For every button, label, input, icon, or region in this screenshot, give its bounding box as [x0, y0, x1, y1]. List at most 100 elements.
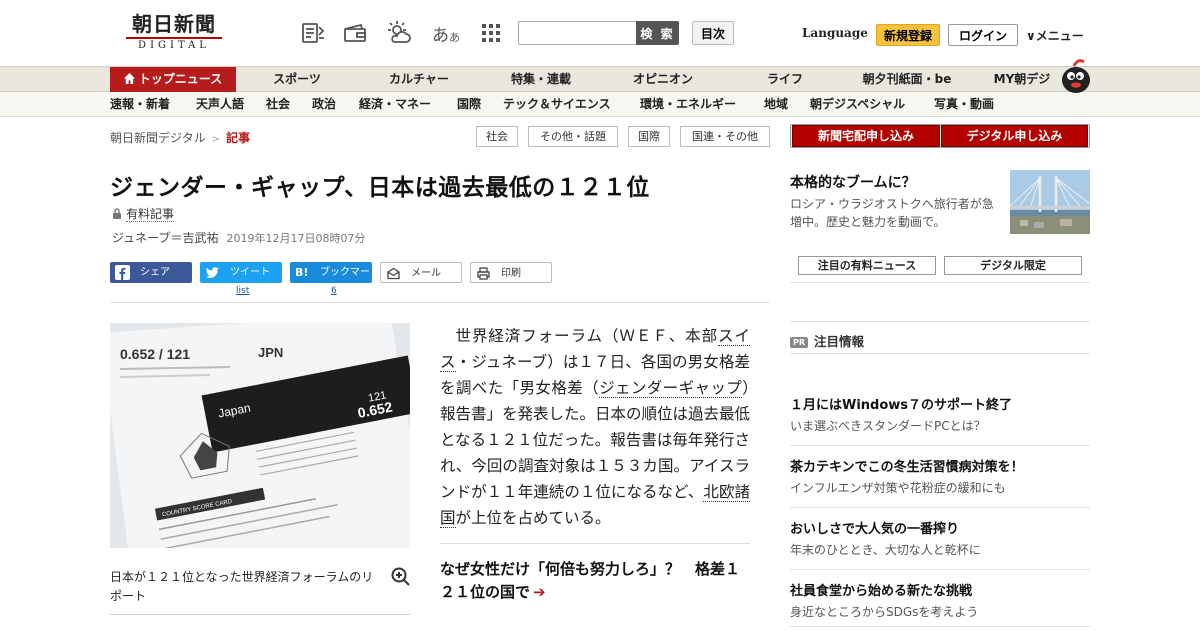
twitter-share-count[interactable]: list	[236, 286, 249, 296]
nav-item-sports[interactable]: スポーツ	[236, 67, 358, 92]
newspaper-subscribe-button[interactable]: 新聞宅配申し込み	[792, 125, 940, 147]
nav-item-my-asahi[interactable]: MY朝デジ	[976, 67, 1068, 92]
nav2-item-special[interactable]: 朝デジスペシャル	[810, 93, 905, 116]
nav2-item-region[interactable]: 地域	[764, 93, 788, 116]
font-size-large-glyph: あ	[432, 26, 449, 46]
pr-section-heading: PR 注目情報	[790, 331, 864, 350]
nav2-item-international[interactable]: 国際	[457, 93, 481, 116]
pr-item[interactable]: 社員食堂から始める新たな挑戦 身近なところからSDGsを考えよう	[790, 580, 1090, 620]
tag-international[interactable]: 国際	[628, 126, 670, 147]
facebook-icon	[115, 265, 130, 280]
font-size-icon[interactable]: ああ	[432, 21, 460, 46]
divider	[790, 507, 1090, 508]
divider	[110, 302, 770, 303]
home-icon	[123, 73, 135, 84]
hatena-bookmark-button[interactable]: B! ブックマーク	[290, 262, 372, 299]
divider	[790, 626, 1090, 627]
pr-item-subtitle: インフルエンザ対策や花粉症の緩和にも	[790, 481, 1006, 495]
login-button[interactable]: ログイン	[948, 24, 1018, 46]
nav-item-top-news[interactable]: トップニュース	[110, 67, 236, 92]
clip-icon[interactable]	[300, 20, 326, 46]
grid-icon[interactable]	[478, 20, 504, 46]
tag-other-topics[interactable]: その他・話題	[528, 126, 618, 147]
related-article-link[interactable]: なぜ女性だけ「何倍も努力しろ」？ 格差１２１位の国で ➔	[440, 558, 750, 604]
pr-item-title: １月にはWindows７のサポート終了	[790, 398, 1013, 413]
facebook-share-label: シェア	[140, 267, 170, 278]
pr-item-title: 茶カテキンでこの冬生活習慣病対策を！	[790, 460, 1024, 475]
weather-icon[interactable]	[386, 20, 412, 46]
digital-exclusive-button[interactable]: デジタル限定	[944, 256, 1082, 275]
tag-society[interactable]: 社会	[476, 126, 518, 147]
pr-item-subtitle: いま選ぶべきスタンダードPCとは？	[790, 419, 986, 433]
photo-caption: 日本が１２１位となった世界経済フォーラムのリポート	[110, 570, 374, 603]
author: ジュネーブ＝吉武祐	[112, 231, 219, 245]
nav-item-label: トップニュース	[138, 72, 223, 86]
twitter-share-button[interactable]: ツイート	[200, 262, 282, 283]
nav-item-culture[interactable]: カルチャー	[358, 67, 480, 92]
nav2-item-tenseijingo[interactable]: 天声人語	[196, 93, 244, 116]
divider	[790, 282, 1090, 283]
digital-subscribe-button[interactable]: デジタル申し込み	[941, 125, 1088, 147]
breadcrumb: 朝日新聞デジタル > 記事	[110, 129, 250, 146]
nav2-item-society[interactable]: 社会	[266, 93, 290, 116]
arrow-right-icon: ➔	[533, 583, 546, 601]
nav2-item-economy[interactable]: 経済・マネー	[359, 93, 431, 116]
menu-label: メニュー	[1035, 29, 1084, 43]
feature-title[interactable]: 本格的なブームに？	[790, 172, 916, 192]
nav2-item-photo-video[interactable]: 写真・動画	[934, 93, 994, 116]
nav-item-newspaper[interactable]: 朝夕刊紙面・be	[846, 67, 968, 92]
pr-badge: PR	[790, 337, 809, 348]
divider	[110, 614, 410, 615]
pr-item-title: おいしさで大人気の一番搾り	[790, 522, 960, 537]
primary-nav: トップニュース スポーツ カルチャー 特集・連載 オピニオン ライフ 朝夕刊紙面…	[0, 66, 1200, 92]
print-label: 印刷	[501, 268, 521, 279]
hatena-bookmark-count[interactable]: 6	[331, 286, 337, 296]
keyword-link-gender-gap[interactable]: ジェンダーギャップ	[599, 379, 743, 398]
nav2-item-breaking[interactable]: 速報・新着	[110, 93, 170, 116]
register-button[interactable]: 新規登録	[876, 24, 940, 46]
print-button[interactable]: 印刷	[470, 262, 552, 283]
feature-description: ロシア・ウラジオストクへ旅行者が急増中。歴史と魅力を動画で。	[790, 197, 994, 229]
nav2-item-tech[interactable]: テック＆サイエンス	[503, 93, 611, 116]
mail-share-button[interactable]: メール	[380, 262, 462, 283]
pr-heading-text: 注目情報	[814, 334, 865, 349]
font-size-small-glyph: あ	[449, 31, 460, 44]
search-button[interactable]: 検 索	[636, 21, 679, 45]
index-button[interactable]: 目次	[692, 21, 734, 45]
breadcrumb-home[interactable]: 朝日新聞デジタル	[110, 131, 206, 145]
wallet-icon[interactable]	[342, 20, 368, 46]
zoom-icon[interactable]	[390, 566, 411, 587]
mail-icon	[387, 267, 400, 280]
photo-code-text: JPN	[258, 345, 283, 360]
pr-item[interactable]: おいしさで大人気の一番搾り 年末のひととき、大切な人と乾杯に	[790, 518, 1090, 558]
divider	[790, 569, 1090, 570]
tag-un-other[interactable]: 国連・その他	[680, 126, 770, 147]
feature-image[interactable]	[1010, 170, 1090, 234]
nav-item-features[interactable]: 特集・連載	[480, 67, 602, 92]
article-title: ジェンダー・ギャップ、日本は過去最低の１２１位	[110, 175, 650, 201]
site-logo[interactable]: 朝日新聞 DIGITAL	[116, 12, 232, 54]
logo-main-text: 朝日新聞	[132, 12, 216, 36]
pr-item[interactable]: １月にはWindows７のサポート終了 いま選ぶべきスタンダードPCとは？	[790, 394, 1090, 434]
report-photo-illustration: 0.652 / 121 JPN Japan 121 0.652 COUNTRY …	[110, 323, 410, 548]
nav-item-opinion[interactable]: オピニオン	[602, 67, 724, 92]
hatena-icon: B!	[295, 266, 309, 279]
nav2-item-politics[interactable]: 政治	[312, 93, 336, 116]
nav2-item-environment[interactable]: 環境・エネルギー	[640, 93, 736, 116]
nav-item-life[interactable]: ライフ	[724, 67, 846, 92]
paid-article-label: 有料記事	[112, 205, 175, 222]
article-photo[interactable]: 0.652 / 121 JPN Japan 121 0.652 COUNTRY …	[110, 323, 410, 548]
twitter-icon	[205, 267, 219, 278]
paid-news-button[interactable]: 注目の有料ニュース	[798, 256, 936, 275]
body-text: 世界経済フォーラム（ＷＥＦ、本部	[455, 327, 719, 345]
language-link[interactable]: Language	[802, 26, 868, 40]
divider	[790, 353, 1090, 354]
related-article-title: なぜ女性だけ「何倍も努力しろ」？ 格差１２１位の国で	[440, 560, 741, 601]
chevron-down-icon: ∨	[1026, 29, 1036, 43]
pr-item[interactable]: 茶カテキンでこの冬生活習慣病対策を！ インフルエンザ対策や花粉症の緩和にも	[790, 456, 1090, 496]
logo-sub-text: DIGITAL	[126, 37, 222, 52]
facebook-share-button[interactable]: シェア	[110, 262, 192, 283]
search-input[interactable]	[518, 21, 638, 45]
menu-button[interactable]: ∨メニュー	[1026, 27, 1084, 44]
twitter-share-label: ツイート	[230, 267, 270, 278]
